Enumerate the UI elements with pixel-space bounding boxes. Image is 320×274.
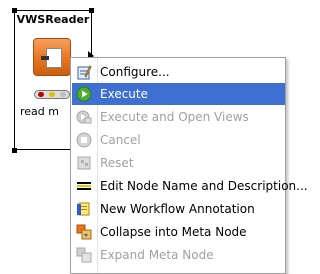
selection-handle[interactable] <box>12 148 17 153</box>
menu-item-label: Execute <box>100 87 148 101</box>
execute-open-views-icon <box>76 110 92 124</box>
menu-item-execute-open-views[interactable]: Execute and Open Views <box>72 106 285 128</box>
menu-item-label: Expand Meta Node <box>100 248 214 262</box>
status-led-yellow <box>49 92 55 97</box>
collapse-meta-node-icon <box>76 224 92 240</box>
node-title[interactable]: VWSReader <box>14 13 92 26</box>
menu-item-label: Reset <box>100 156 134 170</box>
menu-item-configure[interactable]: Configure... <box>72 61 285 83</box>
menu-item-label: Execute and Open Views <box>100 110 249 124</box>
menu-item-edit-node-name[interactable]: Edit Node Name and Description... <box>72 175 308 197</box>
menu-item-collapse-meta-node[interactable]: Collapse into Meta Node <box>72 221 285 243</box>
menu-item-reset[interactable]: Reset <box>72 152 285 174</box>
reset-icon <box>77 156 91 170</box>
node-status-indicator <box>34 90 70 99</box>
expand-meta-node-icon <box>76 247 92 263</box>
menu-item-new-annotation[interactable]: New Workflow Annotation <box>72 198 285 220</box>
node-context-menu: Configure... Execute Execute and Open Vi… <box>70 57 308 274</box>
execute-icon <box>76 86 92 102</box>
annotation-icon <box>77 202 90 216</box>
menu-item-execute[interactable]: Execute <box>72 83 285 105</box>
node-reader-icon[interactable] <box>33 38 71 76</box>
cancel-icon <box>76 132 92 148</box>
menu-item-label: Edit Node Name and Description... <box>100 179 308 193</box>
status-led-green <box>60 92 66 97</box>
menu-item-cancel[interactable]: Cancel <box>72 129 285 151</box>
configure-icon <box>77 65 92 80</box>
menu-item-label: Collapse into Meta Node <box>100 225 247 239</box>
menu-item-label: Configure... <box>100 65 170 79</box>
menu-item-label: New Workflow Annotation <box>100 202 255 216</box>
menu-item-expand-meta-node[interactable]: Expand Meta Node <box>72 244 285 266</box>
status-led-red <box>38 92 44 97</box>
menu-item-label: Cancel <box>100 133 141 147</box>
node-label[interactable]: read m <box>20 105 59 118</box>
edit-name-icon <box>77 182 91 190</box>
